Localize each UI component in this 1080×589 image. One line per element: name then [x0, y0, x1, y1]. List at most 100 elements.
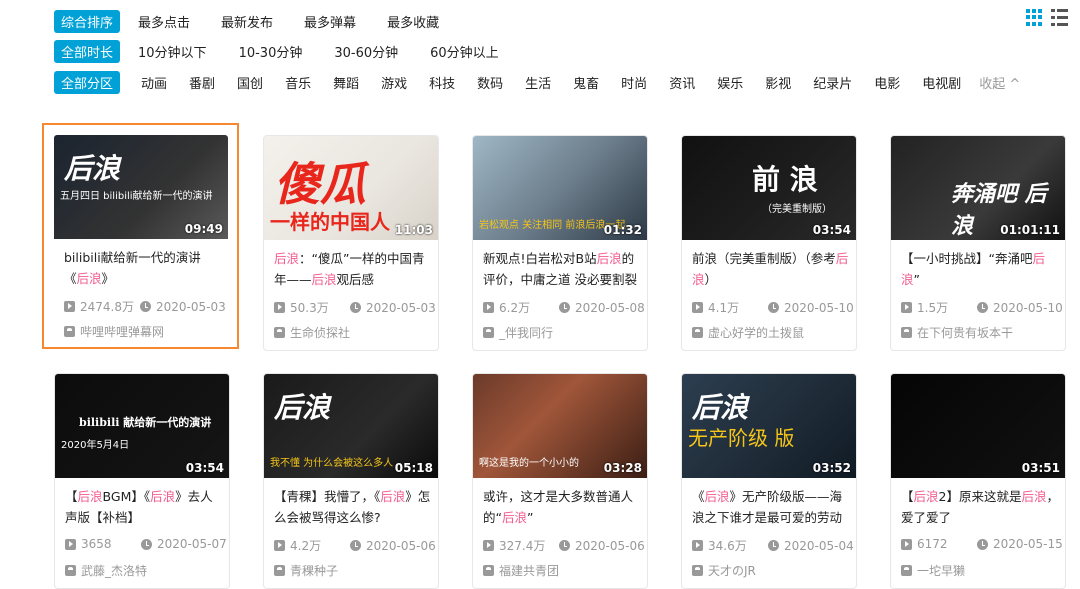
uploader-name[interactable]: 哔哩哔哩弹幕网 — [80, 323, 164, 340]
video-title[interactable]: 新观点!白岩松对B站后浪的评价，中庸之道 没必要割裂 — [483, 248, 643, 290]
video-title[interactable]: 【后浪2】原来这就是后浪，爱了爱了 — [901, 486, 1061, 528]
sort-option[interactable]: 最多弹幕 — [304, 12, 356, 31]
uploader-name[interactable]: 在下何贵有坂本干 — [917, 324, 1013, 341]
video-thumbnail[interactable]: bilibili 献给新一代的演讲 2020年5月4日 03:54 — [55, 374, 229, 478]
zone-option[interactable]: 纪录片 — [813, 73, 852, 92]
sort-option[interactable]: 最多收藏 — [387, 12, 439, 31]
duration-active[interactable]: 全部时长 — [54, 39, 121, 63]
duration-option[interactable]: 10-30分钟 — [239, 42, 303, 61]
uploader[interactable]: 一坨早獭 — [901, 562, 965, 579]
video-meta: 4.1万 2020-05-10 — [692, 299, 854, 316]
uploader[interactable]: _伴我同行 — [483, 324, 553, 341]
zone-option[interactable]: 科技 — [429, 73, 455, 92]
zone-option[interactable]: 电影 — [874, 73, 900, 92]
video-thumbnail[interactable]: 后浪 我不懂 为什么会被这么多人 05:18 — [264, 374, 438, 478]
zone-option[interactable]: 动画 — [141, 73, 167, 92]
zone-option[interactable]: 生活 — [525, 73, 551, 92]
video-duration: 11:03 — [394, 223, 433, 237]
uploader-name[interactable]: _伴我同行 — [499, 324, 553, 341]
video-card[interactable]: 奔涌吧 后浪 01:01:11 【一小时挑战】“奔涌吧后浪” 1.5万 2020-05-… — [890, 135, 1066, 351]
video-meta: 327.4万 2020-05-06 — [483, 537, 645, 554]
uploader[interactable]: 青稞种子 — [274, 562, 338, 579]
title-text: 《 — [692, 489, 705, 504]
title-text: ” — [527, 510, 534, 525]
thumbnail-art-text: 傻瓜 — [274, 157, 366, 211]
video-thumbnail[interactable]: 啊这是我的一个小小的 03:28 — [473, 374, 647, 478]
video-card[interactable]: 岩松观点 关注相同 前浪后浪一起 01:32 新观点!白岩松对B站后浪的评价，中庸之… — [472, 135, 648, 351]
video-title[interactable]: 【一小时挑战】“奔涌吧后浪” — [901, 248, 1061, 290]
zone-option[interactable]: 番剧 — [189, 73, 215, 92]
collapse-toggle[interactable]: 收起 ^ — [979, 73, 1020, 92]
uploader[interactable]: 天才のJR — [692, 562, 756, 579]
thumbnail-art-text: 后浪 — [274, 391, 331, 424]
up-icon — [274, 565, 285, 576]
video-duration: 01:01:11 — [1000, 223, 1060, 237]
uploader[interactable]: 生命侦探社 — [274, 324, 350, 341]
publish-date: 2020-05-06 — [575, 538, 645, 553]
video-card[interactable]: 前 浪 （完美重制版） 03:54 前浪（完美重制版）（参考后浪） 4.1万 2020-0… — [681, 135, 857, 351]
video-thumbnail[interactable]: 后浪 无产阶级 版 03:52 — [682, 374, 856, 478]
zone-option[interactable]: 电视剧 — [922, 73, 961, 92]
uploader-name[interactable]: 生命侦探社 — [290, 324, 350, 341]
video-thumbnail[interactable]: 后浪 五月四日 bilibili献给新一代的演讲 09:49 — [54, 135, 228, 239]
zone-option[interactable]: 时尚 — [621, 73, 647, 92]
video-thumbnail[interactable]: 傻瓜 一样的中国人 11:03 — [264, 136, 438, 240]
video-card[interactable]: bilibili 献给新一代的演讲 2020年5月4日 03:54 【后浪BGM】《后… — [54, 373, 230, 589]
zone-active[interactable]: 全部分区 — [54, 70, 121, 94]
sort-active[interactable]: 综合排序 — [54, 9, 121, 33]
sort-option[interactable]: 最新发布 — [221, 12, 273, 31]
video-title[interactable]: 前浪（完美重制版）（参考后浪） — [692, 248, 852, 290]
zone-option[interactable]: 资讯 — [669, 73, 695, 92]
uploader[interactable]: 在下何贵有坂本干 — [901, 324, 1013, 341]
uploader-name[interactable]: 青稞种子 — [290, 562, 338, 579]
zone-option[interactable]: 鬼畜 — [573, 73, 599, 92]
duration-option[interactable]: 60分钟以上 — [430, 42, 499, 61]
uploader[interactable]: 福建共青团 — [483, 562, 559, 579]
video-card[interactable]: 傻瓜 一样的中国人 11:03 后浪：“傻瓜”一样的中国青年——后浪观后感 50.3万 2… — [263, 135, 439, 351]
video-card[interactable]: 啊这是我的一个小小的 03:28 或许，这才是大多数普通人的“后浪” 327.4万 20… — [472, 373, 648, 589]
video-card[interactable]: 后浪 我不懂 为什么会被这么多人 05:18 【青稞】我懵了，《后浪》怎么会被骂得这么… — [263, 373, 439, 589]
video-title[interactable]: 《后浪》无产阶级版——海浪之下谁才是最可爱的劳动 — [692, 486, 852, 528]
video-thumbnail[interactable]: 03:51 — [891, 374, 1065, 478]
zone-option[interactable]: 音乐 — [285, 73, 311, 92]
video-title[interactable]: 【青稞】我懵了，《后浪》怎么会被骂得这么惨? — [274, 486, 434, 528]
video-title[interactable]: 后浪：“傻瓜”一样的中国青年——后浪观后感 — [274, 248, 434, 290]
publish-date: 2020-05-10 — [784, 300, 854, 315]
title-keyword-highlight: 后浪 — [596, 251, 622, 266]
video-thumbnail[interactable]: 岩松观点 关注相同 前浪后浪一起 01:32 — [473, 136, 647, 240]
zone-option[interactable]: 影视 — [765, 73, 791, 92]
list-view-icon[interactable] — [1051, 9, 1068, 26]
uploader-name[interactable]: 天才のJR — [708, 562, 756, 579]
duration-option[interactable]: 10分钟以下 — [138, 42, 207, 61]
zone-option[interactable]: 舞蹈 — [333, 73, 359, 92]
sort-option[interactable]: 最多点击 — [138, 12, 190, 31]
title-text: 【青稞】我懵了，《 — [274, 489, 381, 504]
video-card[interactable]: 后浪 无产阶级 版 03:52 《后浪》无产阶级版——海浪之下谁才是最可爱的劳动 34.… — [681, 373, 857, 589]
video-title[interactable]: 或许，这才是大多数普通人的“后浪” — [483, 486, 643, 528]
video-card[interactable]: 03:51 【后浪2】原来这就是后浪，爱了爱了 6172 2020-05-15 一坨早獭 — [890, 373, 1066, 589]
title-text: 【 — [901, 489, 914, 504]
zone-option[interactable]: 娱乐 — [717, 73, 743, 92]
up-icon — [692, 327, 703, 338]
uploader-name[interactable]: 一坨早獭 — [917, 562, 965, 579]
zone-option[interactable]: 国创 — [237, 73, 263, 92]
publish-date: 2020-05-08 — [575, 300, 645, 315]
uploader-name[interactable]: 福建共青团 — [499, 562, 559, 579]
clock-icon — [977, 538, 988, 550]
video-thumbnail[interactable]: 前 浪 （完美重制版） 03:54 — [682, 136, 856, 240]
uploader[interactable]: 虚心好学的土拨鼠 — [692, 324, 804, 341]
video-title[interactable]: 【后浪BGM】《后浪》去人声版【补档】 — [65, 486, 225, 528]
uploader-name[interactable]: 武藤_杰洛特 — [81, 562, 147, 579]
uploader[interactable]: 武藤_杰洛特 — [65, 562, 147, 579]
uploader-name[interactable]: 虚心好学的土拨鼠 — [708, 324, 804, 341]
grid-view-icon[interactable] — [1026, 9, 1043, 26]
zone-option[interactable]: 数码 — [477, 73, 503, 92]
video-card[interactable]: 后浪 五月四日 bilibili献给新一代的演讲 09:49 bilibili献给新一… — [42, 123, 239, 349]
duration-option[interactable]: 30-60分钟 — [334, 42, 398, 61]
play-count-icon — [692, 540, 703, 551]
video-thumbnail[interactable]: 奔涌吧 后浪 01:01:11 — [891, 136, 1065, 240]
publish-date: 2020-05-06 — [366, 538, 436, 553]
video-title[interactable]: bilibili献给新一代的演讲《后浪》 — [64, 247, 224, 289]
zone-option[interactable]: 游戏 — [381, 73, 407, 92]
uploader[interactable]: 哔哩哔哩弹幕网 — [64, 323, 164, 340]
